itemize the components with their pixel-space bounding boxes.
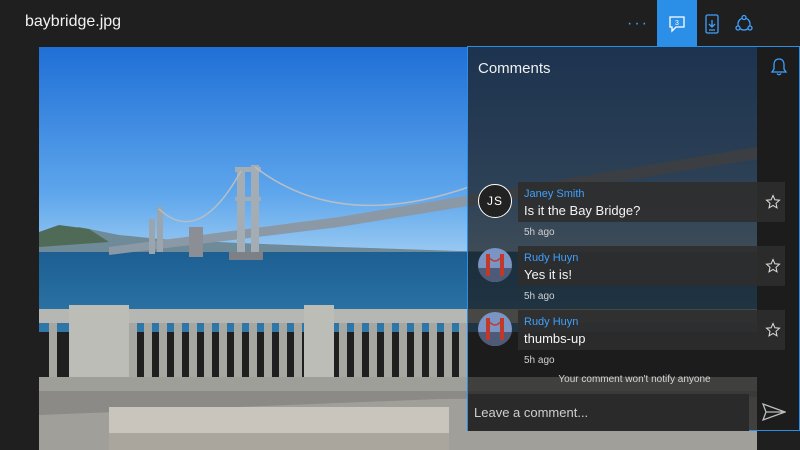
bell-icon[interactable] [769,57,789,77]
comment-text: Yes it is! [524,267,572,282]
notify-hint: Your comment won't notify anyone [558,374,711,385]
comment-time: 5h ago [524,355,555,366]
comment-author[interactable]: Janey Smith [524,188,585,200]
comment-input[interactable] [468,394,749,431]
window-title: baybridge.jpg [25,13,122,30]
comments-title: Comments [478,60,551,77]
comment-text: thumbs-up [524,331,586,346]
share-button[interactable] [724,0,764,47]
share-icon [735,14,753,31]
comment-time: 5h ago [524,227,555,238]
comment-item: Rudy Huyn thumbs-up 5h ago [468,310,785,374]
star-icon[interactable] [765,258,781,274]
avatar[interactable] [478,248,512,282]
comment-item: JS Janey Smith Is it the Bay Bridge? 5h … [468,182,785,246]
comment-author[interactable]: Rudy Huyn [524,316,578,328]
comment-composer [468,394,800,431]
comment-text: Is it the Bay Bridge? [524,203,641,218]
comments-count: 3 [675,20,679,27]
comment-item: Rudy Huyn Yes it is! 5h ago [468,246,785,310]
avatar[interactable]: JS [478,184,512,218]
avatar-photo [478,312,512,346]
comments-pane: Comments JS Janey Smith Is it the Bay Br… [467,46,800,431]
comment-time: 5h ago [524,291,555,302]
more-button[interactable]: ··· [618,0,658,47]
comment-author[interactable]: Rudy Huyn [524,252,578,264]
download-icon [705,13,719,34]
star-icon[interactable] [765,194,781,210]
comments-icon: 3 [669,15,685,33]
comments-button[interactable]: 3 [657,0,697,47]
title-bar: baybridge.jpg ··· 3 [0,0,800,47]
send-icon[interactable] [762,402,786,422]
more-icon: ··· [627,14,649,32]
avatar[interactable] [478,312,512,346]
star-icon[interactable] [765,322,781,338]
avatar-photo [478,248,512,282]
